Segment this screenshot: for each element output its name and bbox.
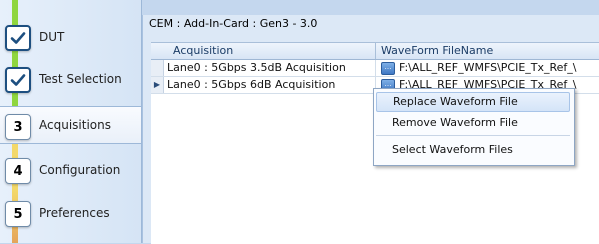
- checkmark-icon: [5, 25, 31, 51]
- column-header-acquisition[interactable]: Acquisition: [173, 44, 233, 57]
- wizard-sidebar: DUT Test Selection 3 Acquisitions 4 Conf…: [0, 0, 142, 243]
- step-label: Preferences: [39, 206, 110, 220]
- row-selector[interactable]: [151, 60, 164, 76]
- step-number: 5: [13, 206, 23, 222]
- menu-item-replace-waveform[interactable]: Replace Waveform File: [376, 92, 570, 112]
- step-preferences[interactable]: 5 Preferences: [0, 193, 141, 233]
- row-pointer-icon[interactable]: ▶: [151, 77, 164, 93]
- acquisition-cell[interactable]: Lane0 : 5Gbps 3.5dB Acquisition: [167, 61, 346, 74]
- table-row[interactable]: Lane0 : 5Gbps 3.5dB Acquisition … F:\ALL…: [151, 60, 599, 77]
- step-label: DUT: [39, 30, 65, 44]
- step-label: Test Selection: [39, 72, 122, 86]
- step-test-selection[interactable]: Test Selection: [0, 60, 141, 100]
- step-label: Configuration: [39, 163, 121, 177]
- context-menu: Replace Waveform File Remove Waveform Fi…: [373, 88, 575, 166]
- filename-cell[interactable]: F:\ALL_REF_WMFS\PCIE_Tx_Ref_\: [399, 61, 599, 74]
- cell-divider: [375, 60, 376, 76]
- grid-header: Acquisition WaveForm FileName: [151, 43, 599, 60]
- column-divider[interactable]: [375, 43, 376, 59]
- step-number-badge: 5: [5, 201, 31, 227]
- browse-file-icon[interactable]: …: [381, 62, 395, 75]
- step-number-badge: 3: [5, 114, 31, 140]
- menu-item-remove-waveform[interactable]: Remove Waveform File: [376, 113, 570, 133]
- step-number: 3: [13, 119, 23, 135]
- page-title: CEM : Add-In-Card : Gen3 - 3.0: [149, 17, 318, 30]
- column-header-filename[interactable]: WaveForm FileName: [381, 44, 493, 57]
- acquisition-cell[interactable]: Lane0 : 5Gbps 6dB Acquisition: [167, 78, 335, 91]
- menu-item-select-waveforms[interactable]: Select Waveform Files: [376, 140, 570, 160]
- step-acquisitions[interactable]: 3 Acquisitions: [0, 106, 141, 144]
- checkmark-icon: [5, 67, 31, 93]
- step-label: Acquisitions: [39, 118, 111, 132]
- step-number-badge: 4: [5, 158, 31, 184]
- menu-separator: [376, 135, 570, 136]
- step-configuration[interactable]: 4 Configuration: [0, 150, 141, 190]
- step-number: 4: [13, 163, 23, 179]
- step-dut[interactable]: DUT: [0, 18, 141, 58]
